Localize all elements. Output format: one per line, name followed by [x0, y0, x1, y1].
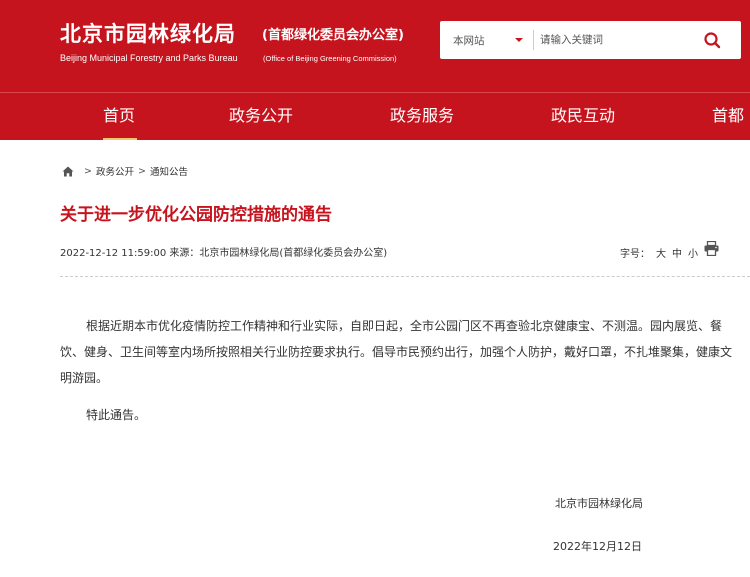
breadcrumb-separator: > [137, 165, 146, 177]
article-meta: 2022-12-12 11:59:00 来源：北京市园林绿化局(首都绿化委员会办… [60, 248, 388, 259]
nav-item-interaction[interactable]: 政民互动 [551, 93, 615, 140]
print-icon [704, 240, 719, 257]
site-sub-name-en: (Office of Beijing Greening Commission) [263, 54, 397, 63]
article-divider [60, 276, 750, 277]
font-size-medium[interactable]: 中 [672, 245, 682, 260]
home-icon[interactable] [62, 166, 74, 177]
main-nav: 首页 政务公开 政务服务 政民互动 首都 [0, 92, 750, 140]
search-scope-label: 本网站 [453, 35, 485, 47]
search-box: 本网站 [440, 21, 741, 59]
site-name-en: Beijing Municipal Forestry and Parks Bur… [60, 53, 238, 63]
article-body: 根据近期本市优化疫情防控工作精神和行业实际，自即日起，全市公园门区不再查验北京健… [60, 319, 733, 385]
nav-item-home[interactable]: 首页 [103, 93, 137, 140]
breadcrumb-separator: > [84, 165, 92, 177]
caret-down-icon [515, 38, 523, 42]
search-button[interactable] [698, 27, 726, 53]
font-size-small[interactable]: 小 [688, 245, 698, 260]
print-button[interactable] [704, 240, 719, 257]
site-header: 北京市园林绿化局 (首都绿化委员会办公室) Beijing Municipal … [0, 0, 750, 92]
breadcrumb: > 政务公开 > 通知公告 [62, 164, 188, 178]
breadcrumb-notices[interactable]: 通知公告 [150, 164, 188, 178]
search-icon [704, 32, 721, 49]
site-sub-name: (首都绿化委员会办公室) [262, 28, 404, 43]
article-title: 关于进一步优化公园防控措施的通告 [60, 205, 332, 225]
site-name[interactable]: 北京市园林绿化局 [60, 18, 236, 48]
article-date: 2022年12月12日 [553, 540, 642, 553]
article-signature: 北京市园林绿化局 [555, 497, 643, 510]
nav-item-gov-services[interactable]: 政务服务 [390, 93, 454, 140]
search-input[interactable] [540, 29, 690, 51]
search-scope-select[interactable]: 本网站 [440, 21, 533, 59]
font-size-control: 字号： 大 中 小 [620, 245, 698, 260]
breadcrumb-gov-affairs[interactable]: 政务公开 [96, 164, 134, 178]
search-divider [533, 30, 534, 50]
nav-item-capital[interactable]: 首都 [712, 93, 744, 140]
font-size-large[interactable]: 大 [656, 245, 666, 260]
article-closing: 特此通告。 [86, 408, 147, 422]
nav-item-gov-affairs[interactable]: 政务公开 [229, 93, 293, 140]
font-size-label: 字号： [620, 249, 650, 260]
